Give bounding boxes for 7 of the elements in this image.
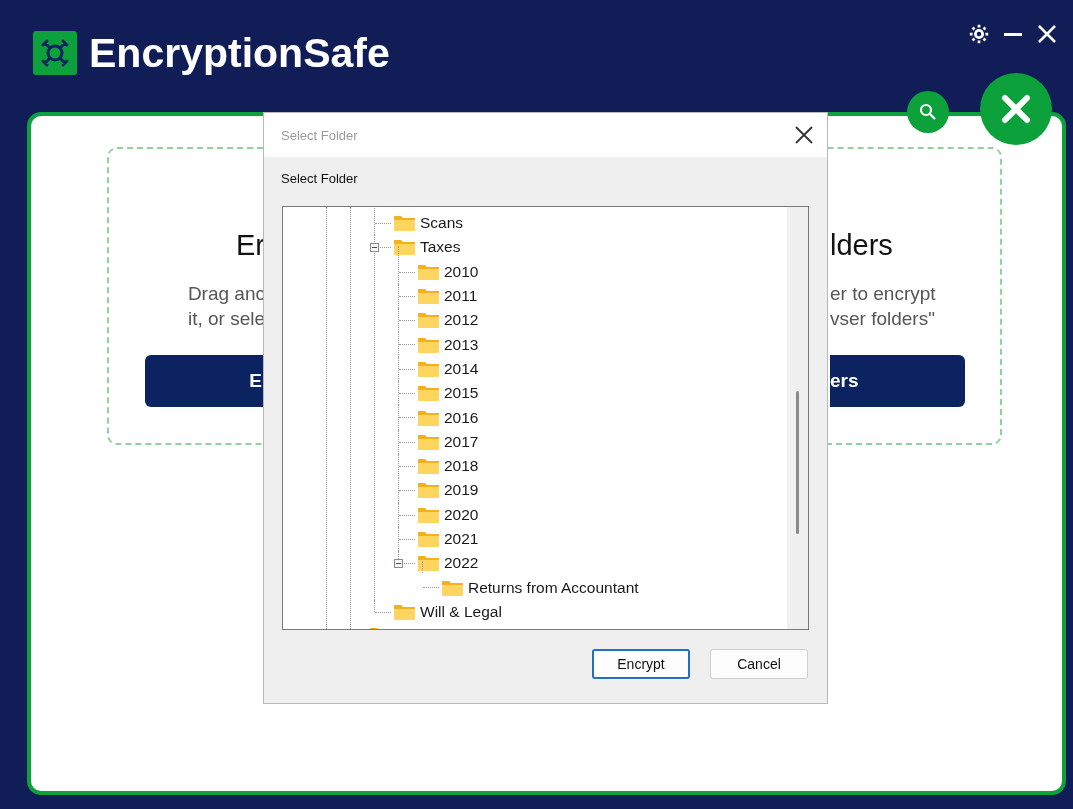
app-title: EncryptionSafe <box>89 29 390 77</box>
drop-heading: Er <box>236 229 265 263</box>
dialog-title: Select Folder <box>281 127 358 143</box>
drop-instructions: er to encrypt vser folders" <box>830 282 936 331</box>
dialog-label: Select Folder <box>281 171 359 186</box>
drop-instructions: Drag anc it, or sele <box>187 282 265 331</box>
drop-heading: lders <box>830 229 893 263</box>
